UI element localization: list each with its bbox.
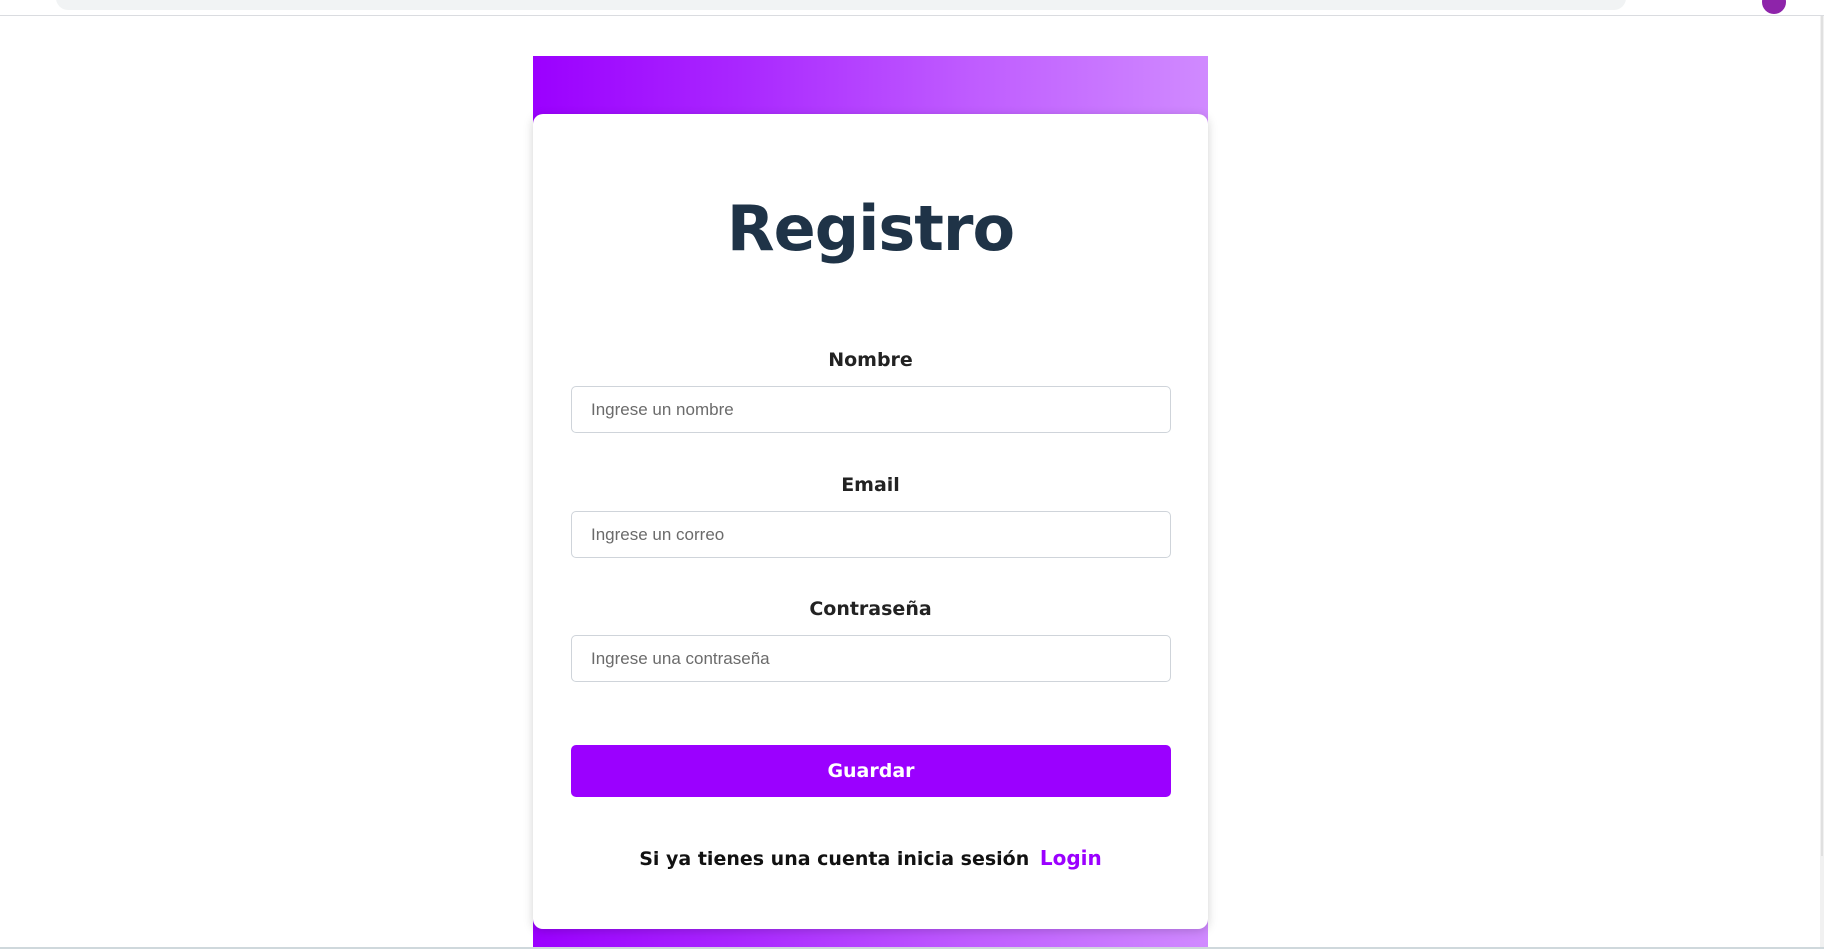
page-title: Registro — [726, 192, 1015, 265]
login-prompt-text: Si ya tienes una cuenta inicia sesión — [639, 848, 1030, 870]
name-label: Nombre — [828, 349, 913, 371]
login-link[interactable]: Login — [1040, 846, 1102, 870]
address-bar[interactable] — [56, 0, 1626, 10]
browser-toolbar — [0, 0, 1824, 16]
scrollbar-thumb[interactable] — [1821, 16, 1823, 856]
save-button[interactable]: Guardar — [571, 745, 1171, 797]
password-label: Contraseña — [809, 598, 932, 620]
login-prompt: Si ya tienes una cuenta inicia sesión Lo… — [533, 846, 1208, 870]
email-input[interactable] — [571, 511, 1171, 558]
profile-avatar[interactable] — [1762, 0, 1786, 14]
name-input[interactable] — [571, 386, 1171, 433]
password-input[interactable] — [571, 635, 1171, 682]
email-label: Email — [841, 474, 900, 496]
register-card: Registro Nombre Email Contraseña Guardar… — [533, 114, 1208, 929]
